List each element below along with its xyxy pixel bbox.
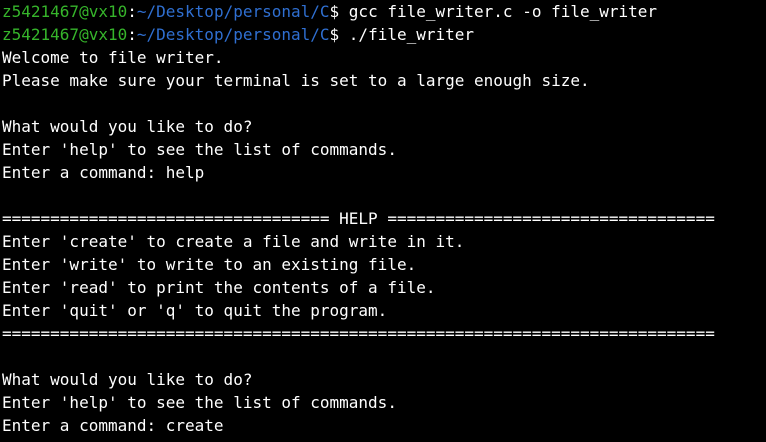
prompt-line: z5421467@vx10:~/Desktop/personal/C$ ./fi…: [2, 23, 766, 46]
command-text: gcc file_writer.c -o file_writer: [348, 2, 658, 21]
help-item-quit: Enter 'quit' or 'q' to quit the program.: [2, 301, 388, 320]
prompt-path: ~/Desktop/personal/C: [136, 2, 330, 21]
prompt-separator: :: [127, 25, 137, 44]
prompt-symbol: $: [329, 2, 349, 21]
output-question: What would you like to do?: [2, 117, 253, 136]
output-blank: [2, 345, 766, 368]
output-command-entry: Enter a command: help: [2, 163, 205, 182]
output-help-hint: Enter 'help' to see the list of commands…: [2, 393, 397, 412]
output-size-warning: Please make sure your terminal is set to…: [2, 71, 590, 90]
prompt-line: z5421467@vx10:~/Desktop/personal/C$ gcc …: [2, 0, 766, 23]
help-item-read: Enter 'read' to print the contents of a …: [2, 278, 436, 297]
output-welcome: Welcome to file writer.: [2, 48, 224, 67]
output-help-hint: Enter 'help' to see the list of commands…: [2, 140, 397, 159]
prompt-user-host: z5421467@vx10: [2, 25, 128, 44]
output-blank: [2, 184, 766, 207]
prompt-symbol: $: [329, 25, 349, 44]
help-item-create: Enter 'create' to create a file and writ…: [2, 232, 465, 251]
terminal-window[interactable]: z5421467@vx10:~/Desktop/personal/C$ gcc …: [0, 0, 766, 442]
help-footer-divider: ========================================…: [2, 324, 715, 343]
prompt-separator: :: [127, 2, 137, 21]
prompt-user-host: z5421467@vx10: [2, 2, 128, 21]
output-question: What would you like to do?: [2, 370, 253, 389]
help-header-divider: ================================== HELP …: [2, 209, 715, 228]
output-command-entry: Enter a command: create: [2, 416, 224, 435]
output-blank: [2, 92, 766, 115]
help-item-write: Enter 'write' to write to an existing fi…: [2, 255, 417, 274]
command-text: ./file_writer: [348, 25, 475, 44]
prompt-path: ~/Desktop/personal/C: [136, 25, 330, 44]
